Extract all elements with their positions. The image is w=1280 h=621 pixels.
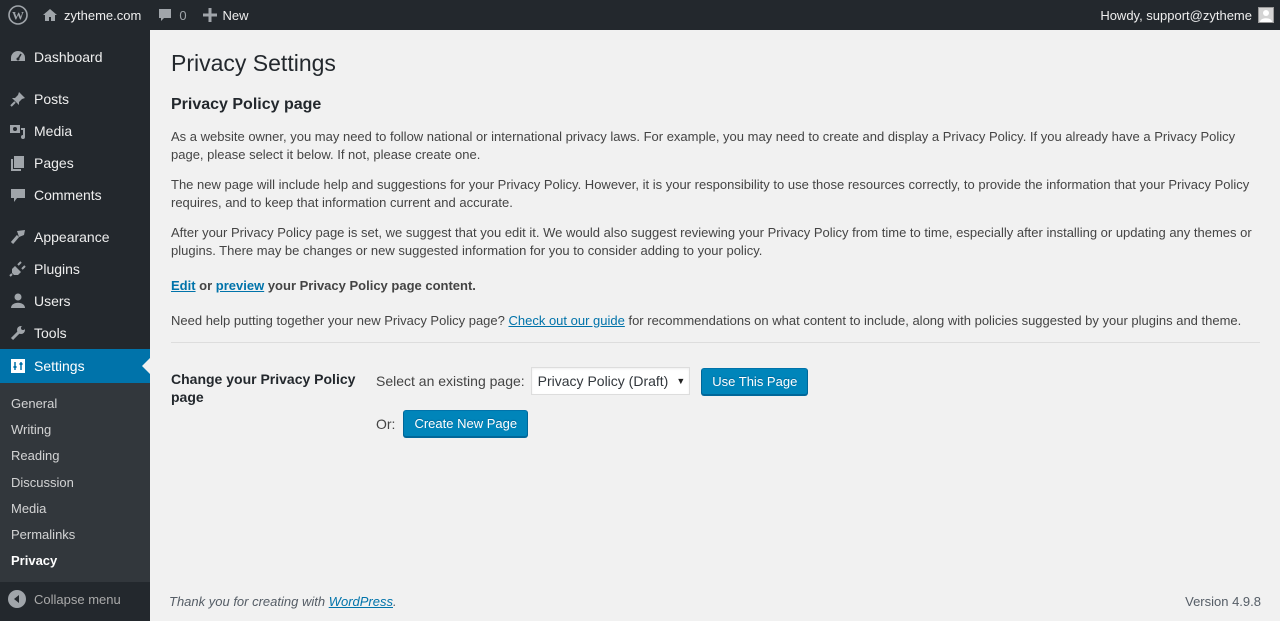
use-this-page-button[interactable]: Use This Page (701, 367, 809, 395)
admin-sidebar: Dashboard Posts Media Pages Comments App… (0, 30, 150, 621)
help-prefix: Need help putting together your new Priv… (171, 313, 509, 328)
my-account-link[interactable]: Howdy, support@zytheme (1092, 0, 1280, 30)
settings-submenu: General Writing Reading Discussion Media… (0, 383, 150, 583)
sidebar-label: Posts (34, 91, 70, 107)
help-line: Need help putting together your new Priv… (171, 312, 1260, 330)
submenu-item-permalinks[interactable]: Permalinks (0, 521, 150, 547)
comments-count: 0 (179, 7, 187, 23)
sidebar-label: Tools (34, 325, 67, 341)
page-select-value: Privacy Policy (Draft) (537, 373, 669, 389)
comment-bubble-icon (157, 7, 173, 23)
sidebar-label: Media (34, 123, 73, 139)
preview-link[interactable]: preview (216, 278, 264, 293)
avatar (1258, 7, 1274, 23)
new-content-link[interactable]: New (195, 0, 257, 30)
collapse-label: Collapse menu (34, 591, 121, 607)
sidebar-label: Users (34, 293, 71, 309)
sidebar-item-tools[interactable]: Tools (0, 317, 150, 349)
thanks-prefix: Thank you for creating with (169, 594, 329, 609)
main-content: Privacy Settings Privacy Policy page As … (150, 30, 1280, 621)
sidebar-item-appearance[interactable]: Appearance (0, 221, 150, 253)
wordpress-logo-icon: W (8, 5, 28, 25)
edit-link[interactable]: Edit (171, 278, 196, 293)
howdy-text: Howdy, support@zytheme (1100, 7, 1252, 23)
sidebar-item-users[interactable]: Users (0, 285, 150, 317)
change-policy-row: Change your Privacy Policy page Select a… (171, 361, 1260, 437)
sidebar-label: Comments (34, 187, 102, 203)
sliders-icon (8, 356, 28, 376)
submenu-item-media[interactable]: Media (0, 495, 150, 521)
comment-icon (8, 185, 28, 205)
wordpress-link[interactable]: WordPress (329, 594, 393, 609)
dropdown-arrow-icon: ▼ (676, 376, 686, 386)
page-select[interactable]: Privacy Policy (Draft) ▼ (530, 367, 691, 395)
dashboard-icon (8, 47, 28, 67)
help-suffix: for recommendations on what content to i… (624, 313, 1242, 328)
plus-icon (202, 8, 217, 22)
footer-thanks: Thank you for creating with WordPress. (169, 594, 397, 609)
page-title: Privacy Settings (171, 50, 336, 76)
media-icon (8, 121, 28, 141)
sidebar-label: Pages (34, 155, 74, 171)
sidebar-label: Settings (34, 358, 85, 374)
paintbrush-icon (8, 227, 28, 247)
or-text: or (195, 278, 216, 293)
create-new-page-button[interactable]: Create New Page (403, 410, 529, 437)
submenu-item-reading[interactable]: Reading (0, 443, 150, 469)
submenu-item-privacy[interactable]: Privacy (0, 548, 150, 574)
plug-icon (8, 259, 28, 279)
sidebar-item-media[interactable]: Media (0, 115, 150, 147)
sidebar-item-comments[interactable]: Comments (0, 179, 150, 211)
new-label: New (222, 7, 249, 23)
submenu-item-writing[interactable]: Writing (0, 416, 150, 442)
select-page-label: Select an existing page: (376, 373, 525, 389)
suggestion-paragraph: After your Privacy Policy page is set, w… (171, 225, 1252, 258)
sidebar-item-posts[interactable]: Posts (0, 83, 150, 115)
intro-paragraph: As a website owner, you may need to foll… (171, 129, 1236, 162)
pushpin-icon (8, 89, 28, 109)
footer: Thank you for creating with WordPress. V… (150, 594, 1280, 609)
version-text: Version 4.9.8 (1185, 594, 1261, 609)
submenu-item-general[interactable]: General (0, 390, 150, 416)
collapse-menu-button[interactable]: Collapse menu (0, 582, 150, 616)
pages-icon (8, 153, 28, 173)
sidebar-item-plugins[interactable]: Plugins (0, 253, 150, 285)
comments-link[interactable]: 0 (149, 0, 194, 30)
sidebar-item-dashboard[interactable]: Dashboard (0, 41, 150, 73)
site-name: zytheme.com (64, 7, 142, 23)
home-icon (42, 7, 58, 23)
thanks-suffix: . (393, 594, 397, 609)
site-name-link[interactable]: zytheme.com (34, 0, 149, 30)
sidebar-item-pages[interactable]: Pages (0, 147, 150, 179)
admin-bar: W zytheme.com 0 New Howdy, support@zythe… (0, 0, 1280, 30)
wordpress-logo-button[interactable]: W (2, 0, 34, 30)
collapse-arrow-icon (8, 590, 26, 609)
responsibility-paragraph: The new page will include help and sugge… (171, 177, 1250, 210)
edit-preview-line: Edit or preview your Privacy Policy page… (171, 277, 1260, 295)
or-label: Or: (376, 415, 396, 432)
sidebar-label: Appearance (34, 229, 110, 245)
submenu-item-discussion[interactable]: Discussion (0, 469, 150, 495)
sidebar-label: Plugins (34, 261, 80, 277)
change-policy-label: Change your Privacy Policy page (171, 371, 356, 405)
user-icon (8, 291, 28, 311)
guide-link[interactable]: Check out our guide (508, 313, 624, 328)
wrench-icon (8, 323, 28, 343)
divider (171, 342, 1260, 343)
svg-text:W: W (12, 9, 24, 23)
edit-suffix: your Privacy Policy page content. (264, 278, 476, 293)
section-title: Privacy Policy page (171, 96, 322, 113)
sidebar-item-settings[interactable]: Settings (0, 349, 150, 383)
sidebar-label: Dashboard (34, 49, 103, 65)
